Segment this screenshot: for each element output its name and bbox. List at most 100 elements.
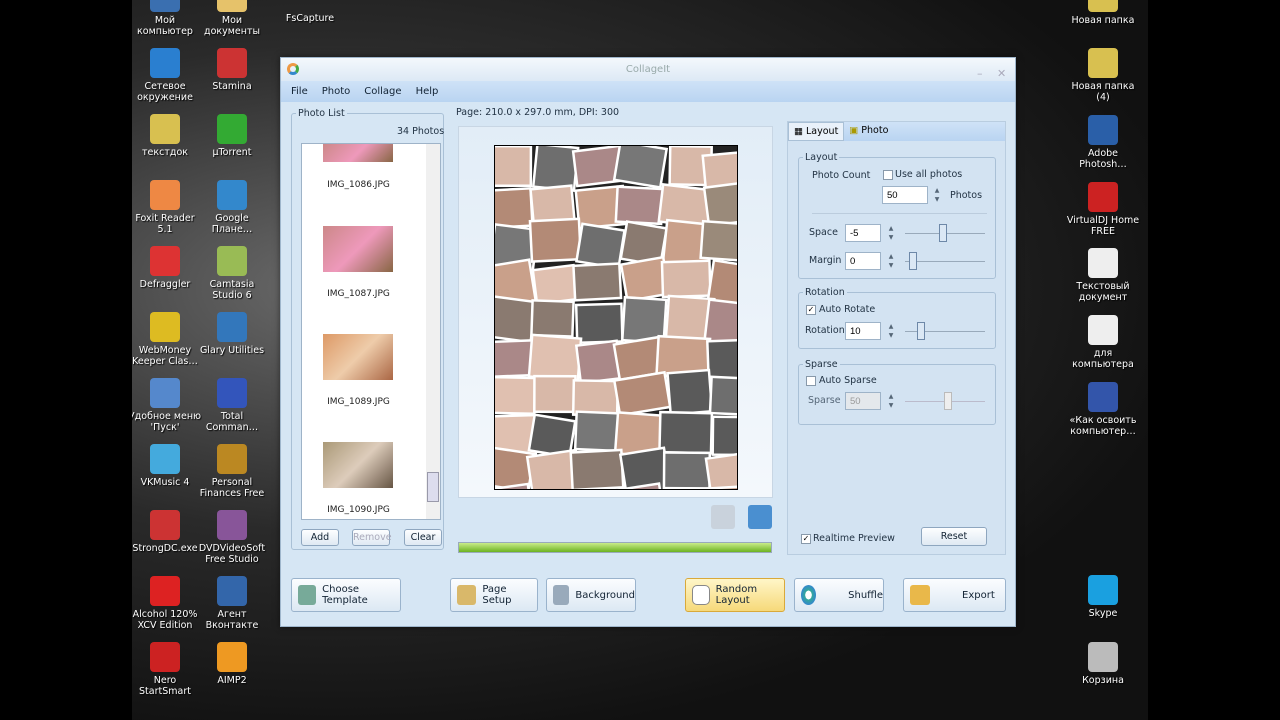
menu-collage[interactable]: Collage <box>364 81 401 102</box>
desktop-icon[interactable]: Мои документы <box>194 0 270 37</box>
collage-photo <box>612 370 672 417</box>
desktop-icon[interactable]: VKMusic 4 <box>132 444 203 488</box>
menu-photo[interactable]: Photo <box>322 81 351 102</box>
scrollbar[interactable] <box>426 144 440 519</box>
photo-count-spinner[interactable]: ▲ ▼ <box>931 186 943 204</box>
sparse-input[interactable] <box>845 392 881 410</box>
photo-thumbnail[interactable] <box>323 334 393 380</box>
desktop-icon[interactable]: Personal Finances Free <box>194 444 270 499</box>
photo-thumbnail[interactable] <box>323 144 393 162</box>
collage-photo <box>660 259 712 299</box>
sparse-spinner[interactable]: ▲ ▼ <box>885 392 897 410</box>
collage-photo <box>612 146 669 189</box>
desktop-icon[interactable]: StrongDC.exe <box>132 510 203 554</box>
page-setup-button[interactable]: Page Setup <box>450 578 538 612</box>
photo-count-input[interactable] <box>882 186 928 204</box>
desktop-icon[interactable]: «Как освоить компьютер… <box>1065 382 1141 437</box>
add-button[interactable]: Add <box>301 529 339 546</box>
tab-photo[interactable]: ▣ Photo <box>844 122 893 141</box>
desktop-icon[interactable]: Foxit Reader 5.1 <box>132 180 203 235</box>
app-icon <box>1088 248 1118 278</box>
app-icon <box>1088 575 1118 605</box>
app-icon <box>150 378 180 408</box>
random-layout-button[interactable]: Random Layout <box>685 578 785 612</box>
tab-label: Photo <box>861 125 889 136</box>
menu-help[interactable]: Help <box>416 81 439 102</box>
desktop-icon[interactable]: Новая папка <box>1065 0 1141 26</box>
collage-photo <box>711 415 737 457</box>
collage-preview[interactable] <box>494 145 738 490</box>
desktop-icon[interactable]: Glary Utilities <box>194 312 270 356</box>
desktop-icon[interactable]: Новая папка (4) <box>1065 48 1141 103</box>
minimize-button[interactable]: – <box>977 62 983 85</box>
desktop-icon[interactable]: Alcohol 120% XCV Edition <box>132 576 203 631</box>
desktop-icon[interactable]: Stamina <box>194 48 270 92</box>
fit-screen-icon[interactable] <box>748 505 772 529</box>
photo-list[interactable]: IMG_1086.JPG IMG_1087.JPG IMG_1089.JPG I… <box>301 143 441 520</box>
collage-photo <box>573 410 622 453</box>
desktop-icon[interactable]: Мой компьютер <box>132 0 203 37</box>
close-button[interactable]: ✕ <box>997 62 1006 85</box>
rotation-group: Rotation <box>798 287 996 349</box>
desktop-icon[interactable]: Агент Вконтакте <box>194 576 270 631</box>
margin-input[interactable] <box>845 252 881 270</box>
desktop-icon[interactable]: Defraggler <box>132 246 203 290</box>
shuffle-button[interactable]: Shuffle <box>794 578 884 612</box>
desktop-icon[interactable]: WebMoney Keeper Clas… <box>132 312 203 367</box>
photo-thumbnail[interactable] <box>323 226 393 272</box>
desktop-icon[interactable]: Skype <box>1065 575 1141 619</box>
desktop-icon[interactable]: Корзина <box>1065 642 1141 686</box>
rotation-input[interactable] <box>845 322 881 340</box>
collage-photo <box>704 450 737 489</box>
desktop-icon[interactable]: AIMP2 <box>194 642 270 686</box>
desktop-icon[interactable]: Nero StartSmart <box>132 642 203 697</box>
collage-photo <box>702 180 737 228</box>
use-all-photos-checkbox[interactable] <box>883 170 893 180</box>
auto-rotate-checkbox[interactable]: ✓ <box>806 305 816 315</box>
desktop-icon-label: Stamina <box>212 81 252 92</box>
auto-sparse-checkbox[interactable] <box>806 376 816 386</box>
desktop-icon[interactable]: Удобное меню 'Пуск' <box>132 378 203 433</box>
desktop-icon[interactable]: Camtasia Studio 6 <box>194 246 270 301</box>
export-button[interactable]: Export <box>903 578 1006 612</box>
choose-template-button[interactable]: Choose Template <box>291 578 401 612</box>
collage-photo <box>528 217 583 263</box>
clear-button[interactable]: Clear <box>404 529 442 546</box>
desktop-icon[interactable]: µTorrent <box>194 114 270 158</box>
desktop-icon[interactable]: Adobe Photosh… <box>1065 115 1141 170</box>
margin-slider-thumb[interactable] <box>909 252 917 270</box>
realtime-preview-checkbox[interactable]: ✓ <box>801 534 811 544</box>
crop-icon[interactable] <box>711 505 735 529</box>
desktop-icon[interactable]: DVDVideoSoft Free Studio <box>194 510 270 565</box>
desktop-icon-label[interactable]: FsCapture <box>272 13 348 24</box>
desktop-icon[interactable]: для компьютера <box>1065 315 1141 370</box>
menu-bar: File Photo Collage Help <box>281 81 1015 102</box>
collage-photo <box>662 451 712 489</box>
rotation-spinner[interactable]: ▲ ▼ <box>885 322 897 340</box>
margin-slider[interactable] <box>905 261 985 262</box>
reset-button[interactable]: Reset <box>921 527 987 546</box>
tab-layout[interactable]: ▦ Layout <box>788 122 845 141</box>
desktop-icon[interactable]: Google Плане… <box>194 180 270 235</box>
space-slider-thumb[interactable] <box>939 224 947 242</box>
background-button[interactable]: Background <box>546 578 636 612</box>
desktop-icon[interactable]: текстдок <box>132 114 203 158</box>
rotation-slider-thumb[interactable] <box>917 322 925 340</box>
menu-file[interactable]: File <box>291 81 308 102</box>
remove-button[interactable]: Remove <box>352 529 392 546</box>
app-icon <box>217 114 247 144</box>
collage-photo <box>495 294 538 344</box>
photo-thumbnail[interactable] <box>323 442 393 488</box>
collage-photo <box>495 146 533 188</box>
sparse-slider-thumb[interactable] <box>944 392 952 410</box>
desktop-icon[interactable]: Текстовый документ <box>1065 248 1141 303</box>
space-input[interactable] <box>845 224 881 242</box>
desktop-icon-label: Nero StartSmart <box>139 675 191 697</box>
margin-spinner[interactable]: ▲ ▼ <box>885 252 897 270</box>
desktop-icon[interactable]: Total Comman… <box>194 378 270 433</box>
scrollbar-thumb[interactable] <box>427 472 439 502</box>
desktop-icon[interactable]: Сетевое окружение <box>132 48 203 103</box>
desktop-icon[interactable]: VirtualDJ Home FREE <box>1065 182 1141 237</box>
space-spinner[interactable]: ▲ ▼ <box>885 224 897 242</box>
preview-area <box>458 126 773 498</box>
